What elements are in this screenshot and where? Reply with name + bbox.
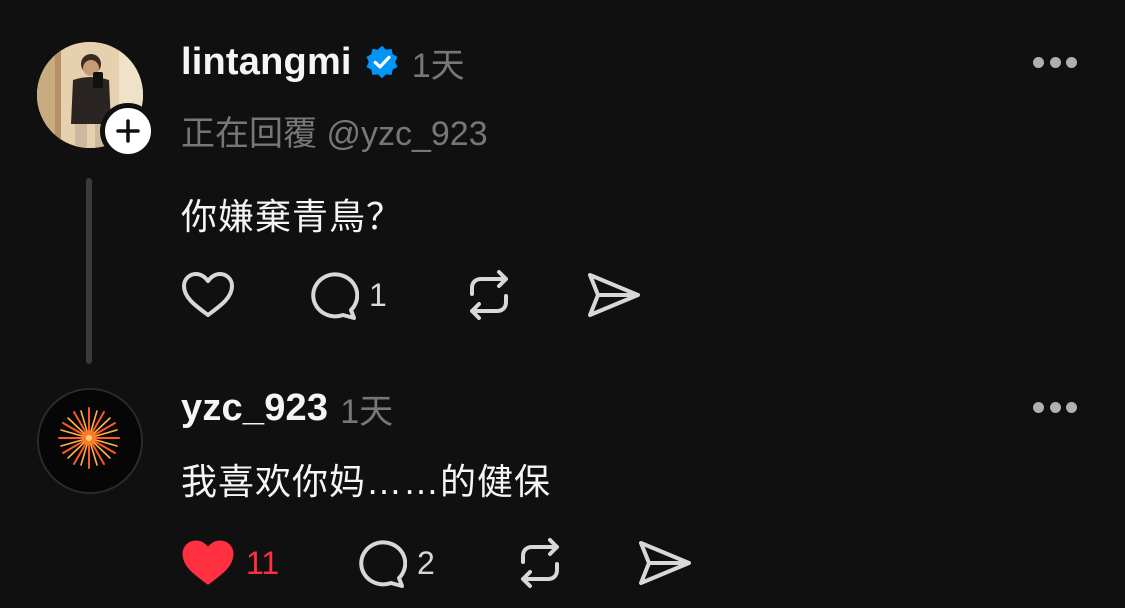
username[interactable]: lintangmi xyxy=(181,41,352,84)
heart-filled-icon xyxy=(182,540,234,585)
verified-badge-icon xyxy=(364,44,400,80)
post-header: lintangmi 1天 xyxy=(181,36,465,88)
more-options-button[interactable] xyxy=(1033,399,1077,415)
firework-avatar-icon xyxy=(39,390,141,492)
thread-connector-line xyxy=(86,178,92,364)
share-icon xyxy=(588,273,640,317)
replying-to-label[interactable]: 正在回覆 @yzc_923 xyxy=(181,106,488,155)
heart-icon xyxy=(182,272,234,317)
share-icon xyxy=(639,541,691,585)
more-icon xyxy=(1033,56,1044,68)
thread-post-parent: yzc_923 1天 我喜欢你妈……的健保 11 2 xyxy=(0,385,1125,608)
share-button[interactable] xyxy=(637,535,693,591)
timestamp: 1天 xyxy=(340,392,394,431)
more-icon-dot xyxy=(1049,401,1061,413)
repost-button[interactable] xyxy=(513,535,567,591)
comment-button[interactable]: 2 xyxy=(353,535,435,591)
like-count: 11 xyxy=(246,544,280,581)
comment-count: 1 xyxy=(369,276,387,313)
comment-icon xyxy=(359,540,407,588)
username[interactable]: yzc_923 xyxy=(181,387,328,430)
like-button[interactable]: 11 xyxy=(180,535,279,591)
more-icon-dot xyxy=(1066,401,1077,413)
repost-button[interactable] xyxy=(462,267,516,323)
follow-button[interactable] xyxy=(100,103,156,159)
post-text: 你嫌棄青鳥？ xyxy=(181,196,404,237)
more-icon-dot xyxy=(1049,56,1061,68)
comment-button[interactable]: 1 xyxy=(305,267,387,323)
repost-icon xyxy=(470,270,508,320)
comment-icon xyxy=(311,272,359,320)
avatar[interactable] xyxy=(37,388,143,494)
comment-count: 2 xyxy=(417,544,435,581)
repost-icon xyxy=(521,538,559,588)
more-options-button[interactable] xyxy=(1033,54,1077,70)
like-button[interactable] xyxy=(180,267,236,323)
plus-icon xyxy=(116,119,140,143)
thread-post-reply: lintangmi 1天 正在回覆 @yzc_923 你嫌棄青鳥？ 1 xyxy=(0,0,1125,385)
post-header: yzc_923 1天 xyxy=(181,382,393,434)
more-icon-dot xyxy=(1066,56,1077,68)
more-icon xyxy=(1033,401,1044,413)
timestamp: 1天 xyxy=(411,46,465,85)
post-text: 我喜欢你妈……的健保 xyxy=(181,461,552,502)
share-button[interactable] xyxy=(586,267,642,323)
